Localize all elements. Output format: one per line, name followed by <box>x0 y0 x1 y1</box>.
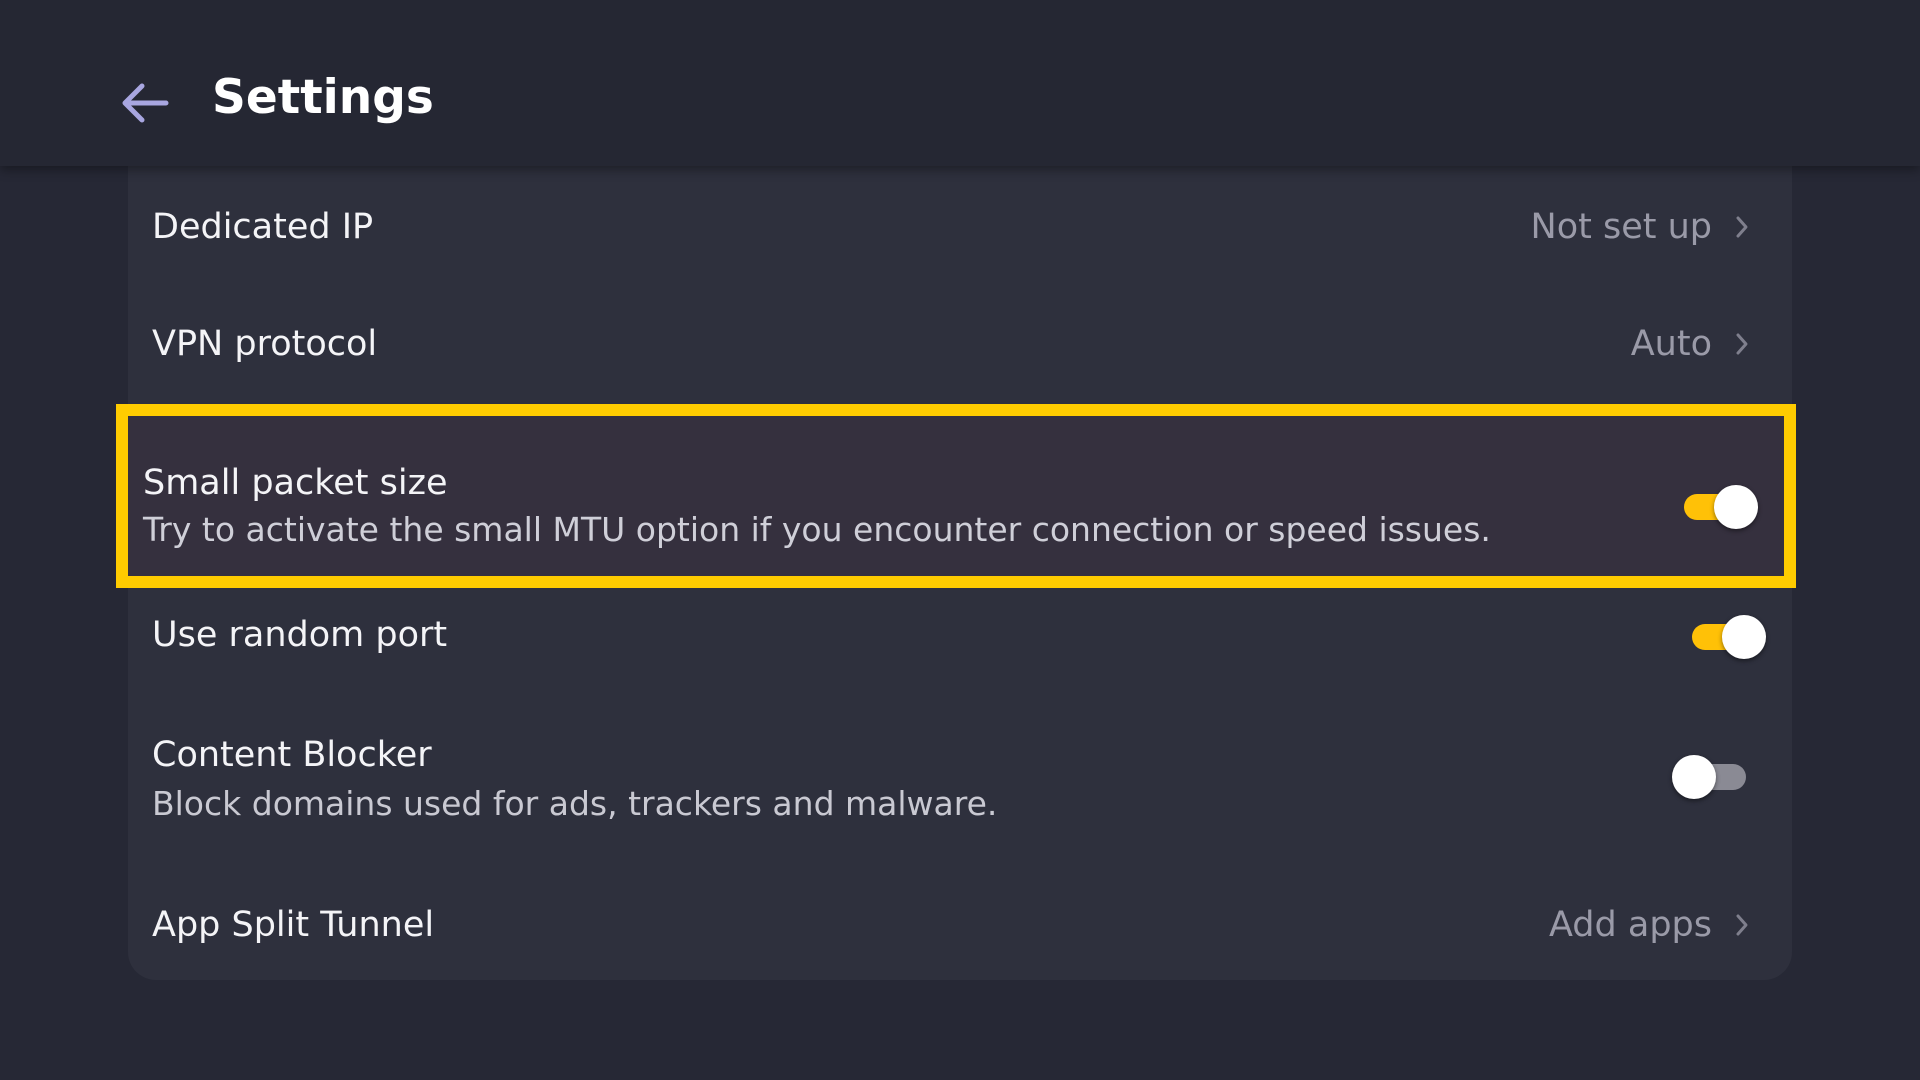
dedicated-ip-label: Dedicated IP <box>152 207 374 247</box>
toggle-knob <box>1672 755 1716 799</box>
random-port-row[interactable]: Use random port <box>128 604 1792 734</box>
random-port-toggle[interactable] <box>1692 615 1766 659</box>
chevron-right-icon <box>1730 321 1754 367</box>
small-packet-size-toggle[interactable] <box>1684 485 1758 529</box>
vpn-protocol-label: VPN protocol <box>152 324 378 364</box>
dedicated-ip-row[interactable]: Dedicated IP Not set up <box>128 150 1792 267</box>
content-blocker-toggle[interactable] <box>1672 755 1746 799</box>
vpn-protocol-value: Auto <box>1630 324 1712 364</box>
split-tunnel-row[interactable]: App Split Tunnel <box>128 890 1792 980</box>
page-title: Settings <box>212 70 434 125</box>
toggle-knob <box>1722 615 1766 659</box>
toggle-knob <box>1714 485 1758 529</box>
small-packet-size-description: Try to activate the small MTU option if … <box>143 510 1491 549</box>
back-button[interactable] <box>110 70 180 140</box>
top-bar: Settings <box>0 0 1920 166</box>
small-packet-size-row[interactable]: Small packet size Try to activate the sm… <box>116 404 1796 588</box>
small-packet-size-label: Small packet size <box>143 463 448 503</box>
content-blocker-row[interactable]: Content Blocker <box>128 730 1792 890</box>
dedicated-ip-value: Not set up <box>1530 207 1712 247</box>
chevron-right-icon <box>1730 204 1754 250</box>
vpn-protocol-row[interactable]: VPN protocol Auto <box>128 267 1792 384</box>
arrow-left-icon <box>120 81 170 129</box>
